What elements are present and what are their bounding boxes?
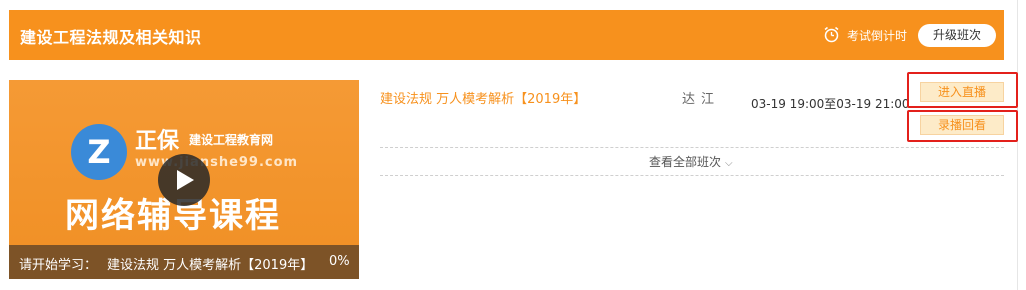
brand-url: www.jianshe99.com: [135, 155, 299, 170]
caption-prefix: 请开始学习：: [19, 258, 98, 273]
divider-line: [380, 147, 1004, 148]
replay-button[interactable]: 录播回看: [920, 115, 1004, 135]
lesson-title-link[interactable]: 建设法规 万人模考解析【2019年】: [380, 88, 586, 107]
teacher-name: 达江: [682, 92, 721, 107]
study-progress-caption: 请开始学习： 建设法规 万人模考解析【2019年】 0%: [9, 245, 359, 279]
caption-course: 建设法规 万人模考解析【2019年】: [107, 258, 314, 273]
brand-name: 正保: [135, 129, 180, 154]
course-thumbnail[interactable]: Z 正保 建设工程教育网 www.jianshe99.com 网络辅导课程 请开…: [9, 80, 359, 279]
right-divider: [1017, 0, 1018, 290]
play-icon[interactable]: [158, 154, 210, 206]
lesson-time: 03-19 19:00至03-19 21:00: [751, 97, 910, 111]
caption-progress: 0%: [329, 254, 350, 269]
chevron-down-icon: ⌵: [725, 158, 733, 169]
course-header-bar: 建设工程法规及相关知识 考试倒计时 升级班次: [9, 10, 1004, 60]
view-all-classes-link[interactable]: 查看全部班次 ⌵: [649, 153, 733, 170]
view-all-label[interactable]: 查看全部班次: [649, 155, 721, 169]
upgrade-class-button[interactable]: 升级班次: [918, 24, 996, 47]
brand-subtitle: 建设工程教育网: [189, 133, 274, 147]
divider-line: [380, 175, 1004, 176]
enter-live-button[interactable]: 进入直播: [920, 82, 1004, 102]
brand-logo-icon: Z: [71, 124, 127, 180]
alarm-clock-icon: [824, 26, 839, 43]
course-title: 建设工程法规及相关知识: [20, 28, 202, 47]
exam-countdown-label[interactable]: 考试倒计时: [847, 27, 907, 44]
